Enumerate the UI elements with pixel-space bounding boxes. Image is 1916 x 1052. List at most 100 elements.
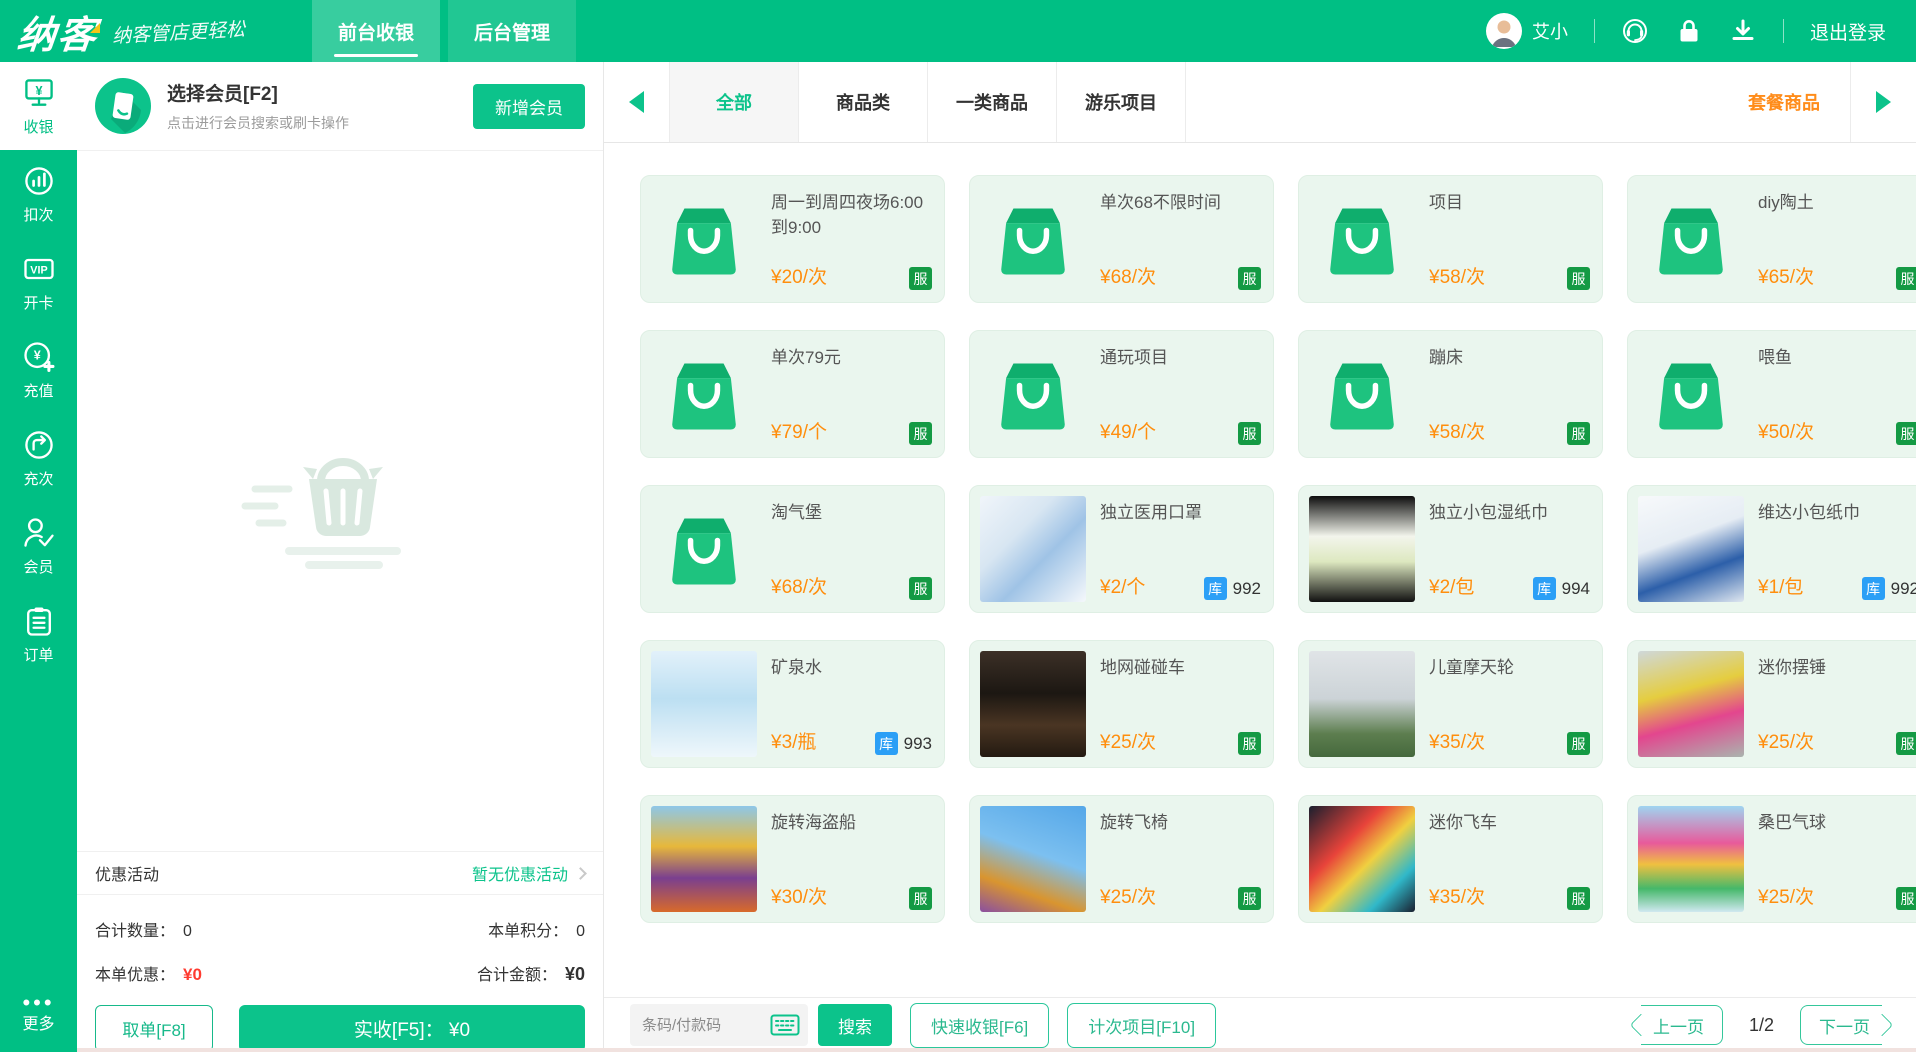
product-card[interactable]: 桑巴气球 ¥25/次 服 <box>1627 795 1916 923</box>
product-grid: 周一到周四夜场6:00到9:00 ¥20/次 服 单次68不限时间 ¥68/次 … <box>604 143 1916 997</box>
bottom-bar: 搜索 快速收银[F6] 计次项目[F10] 上一页 1/2 下一页 <box>604 997 1916 1052</box>
product-badges: 服 <box>909 267 932 290</box>
quick-cashier-button[interactable]: 快速收银[F6] <box>910 1003 1049 1048</box>
product-price: ¥35/次 <box>1429 727 1485 754</box>
product-card[interactable]: 项目 ¥58/次 服 <box>1298 175 1603 303</box>
product-price: ¥68/次 <box>1100 262 1156 289</box>
bumper-car-photo <box>980 651 1086 757</box>
product-card[interactable]: 喂鱼 ¥50/次 服 <box>1627 330 1916 458</box>
customer-service-icon[interactable] <box>1621 17 1649 45</box>
tab-front-cashier[interactable]: 前台收银 <box>312 0 440 62</box>
user-account[interactable]: 艾小 <box>1486 13 1568 49</box>
promo-value-link[interactable]: 暂无优惠活动 <box>472 861 585 885</box>
barcode-input[interactable] <box>642 1017 770 1034</box>
product-price: ¥49/个 <box>1100 417 1156 444</box>
sidebar-item-recharge[interactable]: ¥ 充值 <box>0 326 77 414</box>
product-card[interactable]: 通玩项目 ¥49/个 服 <box>969 330 1274 458</box>
product-card[interactable]: 矿泉水 ¥3/瓶 库 993 <box>640 640 945 768</box>
keyboard-icon[interactable] <box>770 1014 800 1036</box>
product-card[interactable]: 独立小包湿纸巾 ¥2/包 库 994 <box>1298 485 1603 613</box>
product-badge: 服 <box>1896 732 1916 755</box>
wet-wipes-photo <box>1309 496 1415 602</box>
hold-order-button[interactable]: 取单[F8] <box>95 1005 213 1052</box>
category-tab-goods[interactable]: 商品类 <box>799 62 928 142</box>
product-title: 蹦床 <box>1429 346 1590 371</box>
category-tab-rides[interactable]: 游乐项目 <box>1057 62 1186 142</box>
sidebar-item-label: 充值 <box>23 380 53 401</box>
download-icon[interactable] <box>1729 17 1757 45</box>
product-card[interactable]: 蹦床 ¥58/次 服 <box>1298 330 1603 458</box>
next-page-button[interactable]: 下一页 <box>1800 1005 1882 1045</box>
product-badge: 服 <box>1896 887 1916 910</box>
product-card[interactable]: 迷你飞车 ¥35/次 服 <box>1298 795 1603 923</box>
category-tab-class1[interactable]: 一类商品 <box>928 62 1057 142</box>
product-title: 独立医用口罩 <box>1100 501 1261 526</box>
member-select-title: 选择会员[F2] <box>167 79 349 106</box>
product-card[interactable]: 维达小包纸巾 ¥1/包 库 992 <box>1627 485 1916 613</box>
sidebar-item-label: 充次 <box>23 468 53 489</box>
checkout-button[interactable]: 实收[F5]： ¥0 <box>239 1005 585 1052</box>
product-card[interactable]: 单次68不限时间 ¥68/次 服 <box>969 175 1274 303</box>
product-price: ¥65/次 <box>1758 262 1814 289</box>
svg-text:¥: ¥ <box>35 84 42 98</box>
count-project-button[interactable]: 计次项目[F10] <box>1067 1003 1216 1048</box>
brand-logo: 纳客 纳客管店更轻松 <box>0 0 300 62</box>
lock-icon[interactable] <box>1675 17 1703 45</box>
pos-app: 纳客 纳客管店更轻松 前台收银 后台管理 艾小 <box>0 0 1916 1052</box>
product-card[interactable]: 独立医用口罩 ¥2/个 库 992 <box>969 485 1274 613</box>
sidebar-item-order[interactable]: 订单 <box>0 590 77 678</box>
product-price: ¥2/包 <box>1429 572 1474 599</box>
product-card[interactable]: 周一到周四夜场6:00到9:00 ¥20/次 服 <box>640 175 945 303</box>
empty-basket-illustration <box>225 411 455 591</box>
sidebar-item-recharge-count[interactable]: 充次 <box>0 414 77 502</box>
promo-row: 优惠活动 暂无优惠活动 <box>77 851 603 895</box>
order-icon <box>21 603 57 639</box>
sidebar-item-member[interactable]: 会员 <box>0 502 77 590</box>
sidebar-item-vip-card[interactable]: VIP 开卡 <box>0 238 77 326</box>
product-card[interactable]: 淘气堡 ¥68/次 服 <box>640 485 945 613</box>
sidebar-item-label: 开卡 <box>23 292 53 313</box>
sidebar-item-cashier[interactable]: ¥ 收银 <box>0 62 77 150</box>
product-card[interactable]: 旋转飞椅 ¥25/次 服 <box>969 795 1274 923</box>
category-scroll-right-button[interactable] <box>1850 62 1916 142</box>
product-card[interactable]: diy陶土 ¥65/次 服 <box>1627 175 1916 303</box>
product-badges: 服 <box>1567 422 1590 445</box>
sidebar-item-deduct-count[interactable]: 扣次 <box>0 150 77 238</box>
product-card[interactable]: 旋转海盗船 ¥30/次 服 <box>640 795 945 923</box>
category-bar: 全部 商品类 一类商品 游乐项目 套餐商品 <box>604 62 1916 143</box>
add-member-button[interactable]: 新增会员 <box>473 84 585 129</box>
sidebar-item-label: 收银 <box>23 116 53 137</box>
product-stock: 992 <box>1233 579 1261 599</box>
order-discount: 本单优惠： ¥0 <box>95 961 340 985</box>
member-card-icon <box>95 78 151 134</box>
product-card[interactable]: 儿童摩天轮 ¥35/次 服 <box>1298 640 1603 768</box>
product-title: 维达小包纸巾 <box>1758 501 1916 526</box>
total-qty: 合计数量： 0 <box>95 917 340 941</box>
product-badges: 服 <box>1896 732 1916 755</box>
sidebar-item-more[interactable]: ••• 更多 <box>0 980 77 1052</box>
pagination: 上一页 1/2 下一页 <box>1629 1005 1896 1045</box>
tissue-pack-photo <box>1638 496 1744 602</box>
product-badge: 服 <box>909 577 932 600</box>
total-qty-label: 合计数量： <box>95 917 175 941</box>
category-bar-spacer <box>1186 62 1718 142</box>
category-scroll-left-button[interactable] <box>604 62 670 142</box>
prev-page-button[interactable]: 上一页 <box>1641 1005 1723 1045</box>
product-card[interactable]: 地网碰碰车 ¥25/次 服 <box>969 640 1274 768</box>
product-title: 单次79元 <box>771 346 932 371</box>
logout-button[interactable]: 退出登录 <box>1810 18 1886 45</box>
water-bottle-photo <box>651 651 757 757</box>
product-badges: 库 994 <box>1533 577 1590 600</box>
combo-products-link[interactable]: 套餐商品 <box>1718 62 1850 142</box>
product-card[interactable]: 迷你摆锤 ¥25/次 服 <box>1627 640 1916 768</box>
member-select-header[interactable]: 选择会员[F2] 点击进行会员搜索或刷卡操作 新增会员 <box>77 62 603 151</box>
prev-page-label: 上一页 <box>1653 1013 1704 1038</box>
product-badges: 服 <box>909 422 932 445</box>
tab-backend-manage[interactable]: 后台管理 <box>448 0 576 62</box>
topbar-right: 艾小 退出登录 <box>1486 0 1916 62</box>
empty-cart-area <box>77 151 603 851</box>
product-card[interactable]: 单次79元 ¥79/个 服 <box>640 330 945 458</box>
deduct-count-icon <box>21 163 57 199</box>
category-tab-all[interactable]: 全部 <box>670 62 799 142</box>
search-button[interactable]: 搜索 <box>818 1004 892 1046</box>
